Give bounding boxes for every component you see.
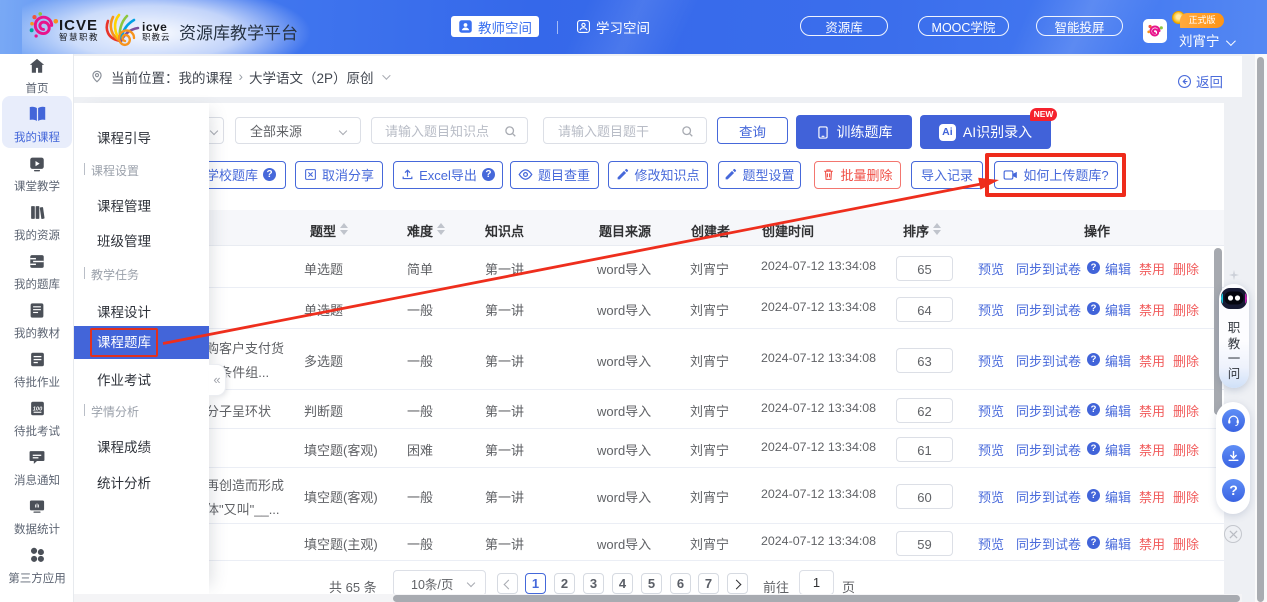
svg-text:ılı: ılı [35, 504, 40, 510]
svg-text:100: 100 [32, 406, 42, 412]
